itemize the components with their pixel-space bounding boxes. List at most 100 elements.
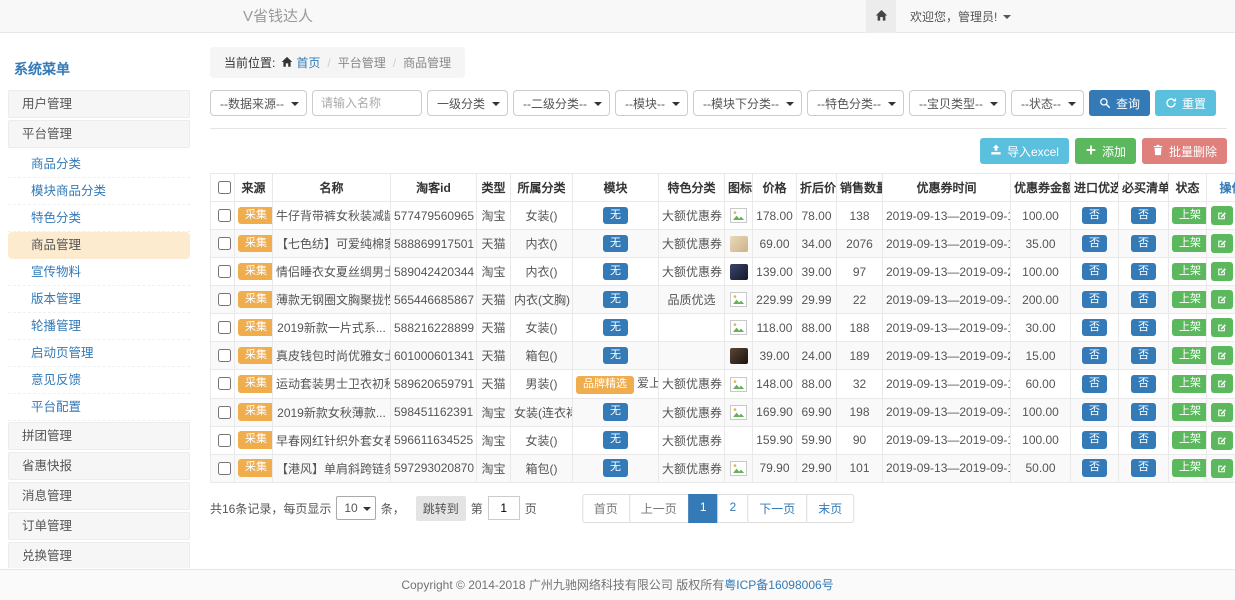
sidebar-group-4[interactable]: 省惠快报 [8, 452, 190, 480]
import-select-toggle[interactable]: 否 [1082, 291, 1107, 309]
row-checkbox[interactable] [218, 377, 231, 390]
row-checkbox[interactable] [218, 406, 231, 419]
breadcrumb-item[interactable]: 商品管理 [403, 56, 451, 70]
must-buy-toggle[interactable]: 否 [1131, 431, 1156, 449]
status-badge[interactable]: 上架 [1172, 263, 1207, 281]
edit-button[interactable] [1211, 290, 1233, 309]
must-buy-toggle[interactable]: 否 [1131, 375, 1156, 393]
sidebar-item-6[interactable]: 版本管理 [8, 286, 190, 313]
must-buy-toggle[interactable]: 否 [1131, 291, 1156, 309]
sidebar-group-5[interactable]: 消息管理 [8, 482, 190, 510]
sidebar-item-5[interactable]: 宣传物料 [8, 259, 190, 286]
sidebar-item-9[interactable]: 意见反馈 [8, 367, 190, 394]
import-select-toggle[interactable]: 否 [1082, 459, 1107, 477]
status-badge[interactable]: 上架 [1172, 207, 1207, 225]
row-checkbox[interactable] [218, 462, 231, 475]
must-buy-toggle[interactable]: 否 [1131, 263, 1156, 281]
row-checkbox[interactable] [218, 321, 231, 334]
breadcrumb-item[interactable]: 平台管理 [338, 56, 386, 70]
breadcrumb-home-link[interactable]: 首页 [296, 56, 320, 70]
feature-category-select[interactable]: --特色分类-- [807, 90, 904, 116]
sidebar-item-8[interactable]: 启动页管理 [8, 340, 190, 367]
batch-delete-button[interactable]: 批量删除 [1142, 138, 1227, 164]
page-button-2[interactable]: 2 [718, 494, 749, 523]
sidebar-item-10[interactable]: 平台配置 [8, 394, 190, 421]
edit-button[interactable] [1211, 403, 1233, 422]
reset-button[interactable]: 重置 [1155, 90, 1216, 116]
import-select-toggle[interactable]: 否 [1082, 235, 1107, 253]
data-source-select[interactable]: --数据来源-- [210, 90, 307, 116]
edit-button[interactable] [1211, 374, 1233, 393]
user-menu[interactable]: 欢迎您，管理员! [910, 8, 1011, 25]
icp-link[interactable]: 粤ICP备16098006号 [724, 578, 833, 592]
name-search-input[interactable] [312, 90, 422, 116]
status-badge[interactable]: 上架 [1172, 235, 1207, 253]
import-select-toggle[interactable]: 否 [1082, 431, 1107, 449]
edit-button[interactable] [1211, 346, 1233, 365]
page-button-下一页[interactable]: 下一页 [747, 494, 807, 523]
per-page-select[interactable]: 10 [336, 496, 375, 520]
status-badge[interactable]: 上架 [1172, 403, 1207, 421]
jump-button[interactable]: 跳转到 [416, 496, 466, 521]
import-excel-button[interactable]: 导入excel [980, 138, 1069, 164]
status-badge[interactable]: 上架 [1172, 375, 1207, 393]
must-buy-toggle[interactable]: 否 [1131, 319, 1156, 337]
must-buy-toggle[interactable]: 否 [1131, 207, 1156, 225]
edit-button[interactable] [1211, 459, 1233, 478]
must-buy-toggle[interactable]: 否 [1131, 347, 1156, 365]
page-button-上一页[interactable]: 上一页 [629, 494, 689, 523]
status-badge[interactable]: 上架 [1172, 291, 1207, 309]
level1-category-select[interactable]: 一级分类 [427, 90, 508, 116]
row-checkbox[interactable] [218, 349, 231, 362]
sidebar-group-1[interactable]: 用户管理 [8, 90, 190, 118]
sidebar-item-2[interactable]: 模块商品分类 [8, 178, 190, 205]
must-buy-toggle[interactable]: 否 [1131, 403, 1156, 421]
status-badge[interactable]: 上架 [1172, 459, 1207, 477]
import-select-toggle[interactable]: 否 [1082, 375, 1107, 393]
import-select-toggle[interactable]: 否 [1082, 347, 1107, 365]
search-button[interactable]: 查询 [1089, 90, 1150, 116]
status-badge[interactable]: 上架 [1172, 319, 1207, 337]
item-type-select[interactable]: --宝贝类型-- [909, 90, 1006, 116]
import-select-toggle[interactable]: 否 [1082, 207, 1107, 225]
row-checkbox[interactable] [218, 209, 231, 222]
must-buy-toggle[interactable]: 否 [1131, 235, 1156, 253]
jump-page-input[interactable] [488, 496, 520, 520]
select-value: --数据来源-- [220, 95, 284, 112]
sidebar-group-7[interactable]: 兑换管理 [8, 542, 190, 568]
row-checkbox[interactable] [218, 237, 231, 250]
sidebar-group-2[interactable]: 平台管理 [8, 120, 190, 148]
must-buy-toggle[interactable]: 否 [1131, 459, 1156, 477]
module-select[interactable]: --模块-- [615, 90, 688, 116]
sidebar-item-7[interactable]: 轮播管理 [8, 313, 190, 340]
row-checkbox[interactable] [218, 293, 231, 306]
sidebar-item-1[interactable]: 商品分类 [8, 151, 190, 178]
import-select-toggle[interactable]: 否 [1082, 403, 1107, 421]
page-button-首页[interactable]: 首页 [582, 494, 630, 523]
status-select[interactable]: --状态-- [1011, 90, 1084, 116]
row-checkbox[interactable] [218, 265, 231, 278]
add-button[interactable]: 添加 [1075, 138, 1136, 164]
page-button-1[interactable]: 1 [688, 494, 719, 523]
sidebar-item-4[interactable]: 商品管理 [8, 232, 190, 259]
sales-cell: 101 [837, 454, 883, 482]
edit-button[interactable] [1211, 206, 1233, 225]
select-all-checkbox[interactable] [218, 181, 231, 194]
import-select-toggle[interactable]: 否 [1082, 263, 1107, 281]
sidebar-group-6[interactable]: 订单管理 [8, 512, 190, 540]
status-badge[interactable]: 上架 [1172, 431, 1207, 449]
module-subcategory-select[interactable]: --模块下分类-- [693, 90, 802, 116]
home-button[interactable] [866, 0, 896, 33]
status-badge[interactable]: 上架 [1172, 347, 1207, 365]
sidebar-item-3[interactable]: 特色分类 [8, 205, 190, 232]
edit-button[interactable] [1211, 262, 1233, 281]
page-button-末页[interactable]: 末页 [806, 494, 854, 523]
edit-button[interactable] [1211, 431, 1233, 450]
edit-button[interactable] [1211, 318, 1233, 337]
edit-button[interactable] [1211, 234, 1233, 253]
level2-category-select[interactable]: --二级分类-- [513, 90, 610, 116]
sidebar-group-3[interactable]: 拼团管理 [8, 422, 190, 450]
row-checkbox[interactable] [218, 434, 231, 447]
import-select-toggle[interactable]: 否 [1082, 319, 1107, 337]
column-header: 状态 [1169, 174, 1207, 202]
